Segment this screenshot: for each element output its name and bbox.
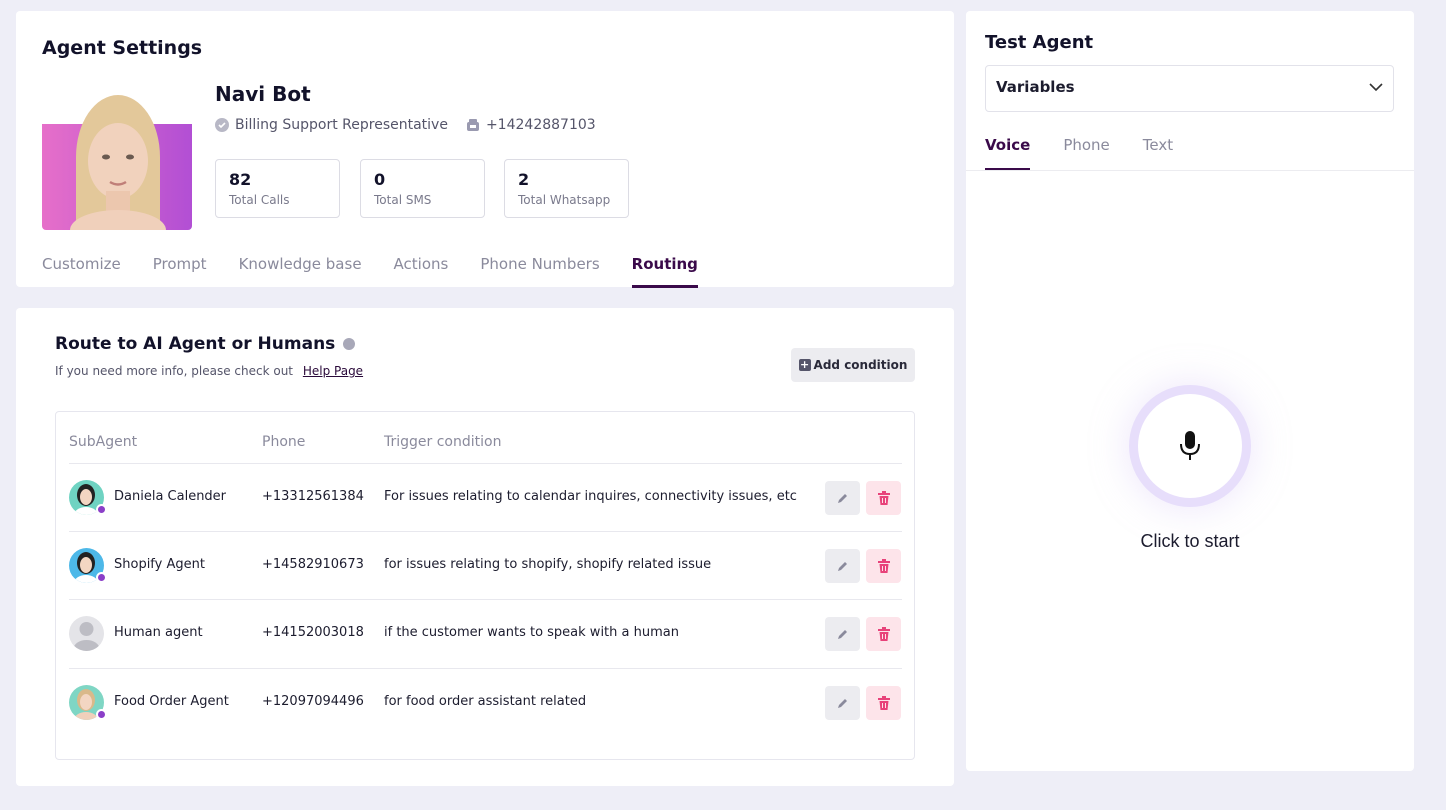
pencil-icon: [838, 493, 847, 503]
stat-value: 82: [229, 170, 252, 189]
delete-button[interactable]: [866, 481, 901, 515]
tab-knowledge-base[interactable]: Knowledge base: [239, 255, 362, 288]
verified-icon: [215, 118, 229, 132]
tab-actions[interactable]: Actions: [394, 255, 449, 288]
add-condition-label: Add condition: [813, 358, 908, 372]
routing-subtitle-text: If you need more info, please check out: [55, 364, 294, 378]
agent-meta: Billing Support Representative +14242887…: [215, 117, 596, 133]
trigger-condition: for issues relating to shopify, shopify …: [384, 557, 712, 572]
trigger-condition: For issues relating to calendar inquires…: [384, 489, 797, 504]
tab-phone[interactable]: Phone: [1063, 136, 1109, 171]
stat-total-sms: 0 Total SMS: [360, 159, 485, 218]
test-agent-title: Test Agent: [985, 32, 1094, 53]
routing-subtitle: If you need more info, please check out …: [55, 364, 363, 378]
tab-phone-numbers[interactable]: Phone Numbers: [480, 255, 599, 288]
table-row: Human agent +14152003018 if the customer…: [69, 599, 902, 667]
table-row: Shopify Agent +14582910673 for issues re…: [69, 531, 902, 599]
edit-button[interactable]: [825, 549, 860, 583]
info-icon[interactable]: [343, 338, 356, 350]
settings-tabs: Customize Prompt Knowledge base Actions …: [42, 255, 699, 288]
add-condition-button[interactable]: + Add condition: [791, 348, 915, 382]
tab-voice[interactable]: Voice: [985, 136, 1031, 171]
edit-button[interactable]: [825, 481, 860, 515]
stat-value: 2: [518, 170, 530, 189]
subagent-name: Shopify Agent: [114, 557, 205, 572]
delete-button[interactable]: [866, 617, 901, 651]
ai-badge-icon: [96, 709, 107, 720]
pencil-icon: [838, 698, 847, 708]
agent-phone: +14242887103: [485, 117, 596, 133]
subagent-phone: +12097094496: [262, 694, 364, 709]
stat-label: Total SMS: [374, 193, 432, 207]
subagent-phone: +14152003018: [262, 625, 364, 640]
trash-icon: [877, 627, 890, 641]
agent-role: Billing Support Representative: [235, 117, 448, 133]
mic-button-inner: [1138, 394, 1242, 498]
trash-icon: [877, 491, 890, 505]
edit-button[interactable]: [825, 617, 860, 651]
column-header-trigger: Trigger condition: [384, 434, 502, 450]
delete-button[interactable]: [866, 549, 901, 583]
trash-icon: [877, 696, 890, 710]
chevron-down-icon: [1369, 83, 1383, 92]
avatar: [69, 616, 104, 651]
agent-photo: [42, 87, 192, 230]
routing-title-text: Route to AI Agent or Humans: [55, 334, 336, 354]
page-title: Agent Settings: [42, 37, 203, 59]
ai-badge-icon: [96, 504, 107, 515]
subagent-phone: +14582910673: [262, 557, 364, 572]
plus-icon: +: [798, 358, 811, 371]
stat-value: 0: [374, 170, 386, 189]
tab-prompt[interactable]: Prompt: [153, 255, 207, 288]
pencil-icon: [838, 561, 847, 571]
column-header-subagent: SubAgent: [69, 434, 138, 450]
column-header-phone: Phone: [262, 434, 306, 450]
tab-divider: [966, 170, 1414, 171]
stat-total-calls: 82 Total Calls: [215, 159, 340, 218]
trigger-condition: for food order assistant related: [384, 694, 587, 709]
pencil-icon: [838, 629, 847, 639]
ai-badge-icon: [96, 572, 107, 583]
stat-label: Total Calls: [229, 193, 290, 207]
click-to-start-label: Click to start: [1140, 531, 1240, 551]
agent-name: Navi Bot: [215, 82, 311, 106]
subagent-name: Human agent: [114, 625, 203, 640]
phone-icon: [466, 119, 479, 131]
trash-icon: [877, 559, 890, 573]
routing-card: Route to AI Agent or Humans If you need …: [16, 308, 954, 786]
variables-select[interactable]: Variables: [985, 65, 1394, 112]
subagent-name: Food Order Agent: [114, 694, 229, 709]
agent-settings-card: Agent Settings Navi Bot Billing Support …: [16, 11, 954, 288]
stat-total-whatsapp: 2 Total Whatsapp: [504, 159, 629, 218]
test-agent-tabs: Voice Phone Text: [985, 136, 1173, 171]
test-agent-card: Test Agent Variables Voice Phone Text Cl…: [966, 11, 1414, 771]
help-page-link[interactable]: Help Page: [303, 364, 363, 378]
start-voice-button[interactable]: [1129, 385, 1251, 507]
routing-table: SubAgent Phone Trigger condition Daniela…: [55, 411, 915, 760]
subagent-phone: +13312561384: [262, 489, 364, 504]
routing-title: Route to AI Agent or Humans: [55, 334, 356, 354]
stat-label: Total Whatsapp: [518, 193, 611, 207]
delete-button[interactable]: [866, 686, 901, 720]
table-row: Food Order Agent +12097094496 for food o…: [69, 668, 902, 736]
microphone-icon: [1180, 431, 1200, 460]
subagent-name: Daniela Calender: [114, 489, 227, 504]
variables-select-value: Variables: [996, 78, 1075, 96]
table-row: Daniela Calender +13312561384 For issues…: [69, 463, 902, 531]
trigger-condition: if the customer wants to speak with a hu…: [384, 625, 679, 640]
tab-customize[interactable]: Customize: [42, 255, 121, 288]
tab-text[interactable]: Text: [1143, 136, 1173, 171]
tab-routing[interactable]: Routing: [631, 255, 699, 288]
edit-button[interactable]: [825, 686, 860, 720]
